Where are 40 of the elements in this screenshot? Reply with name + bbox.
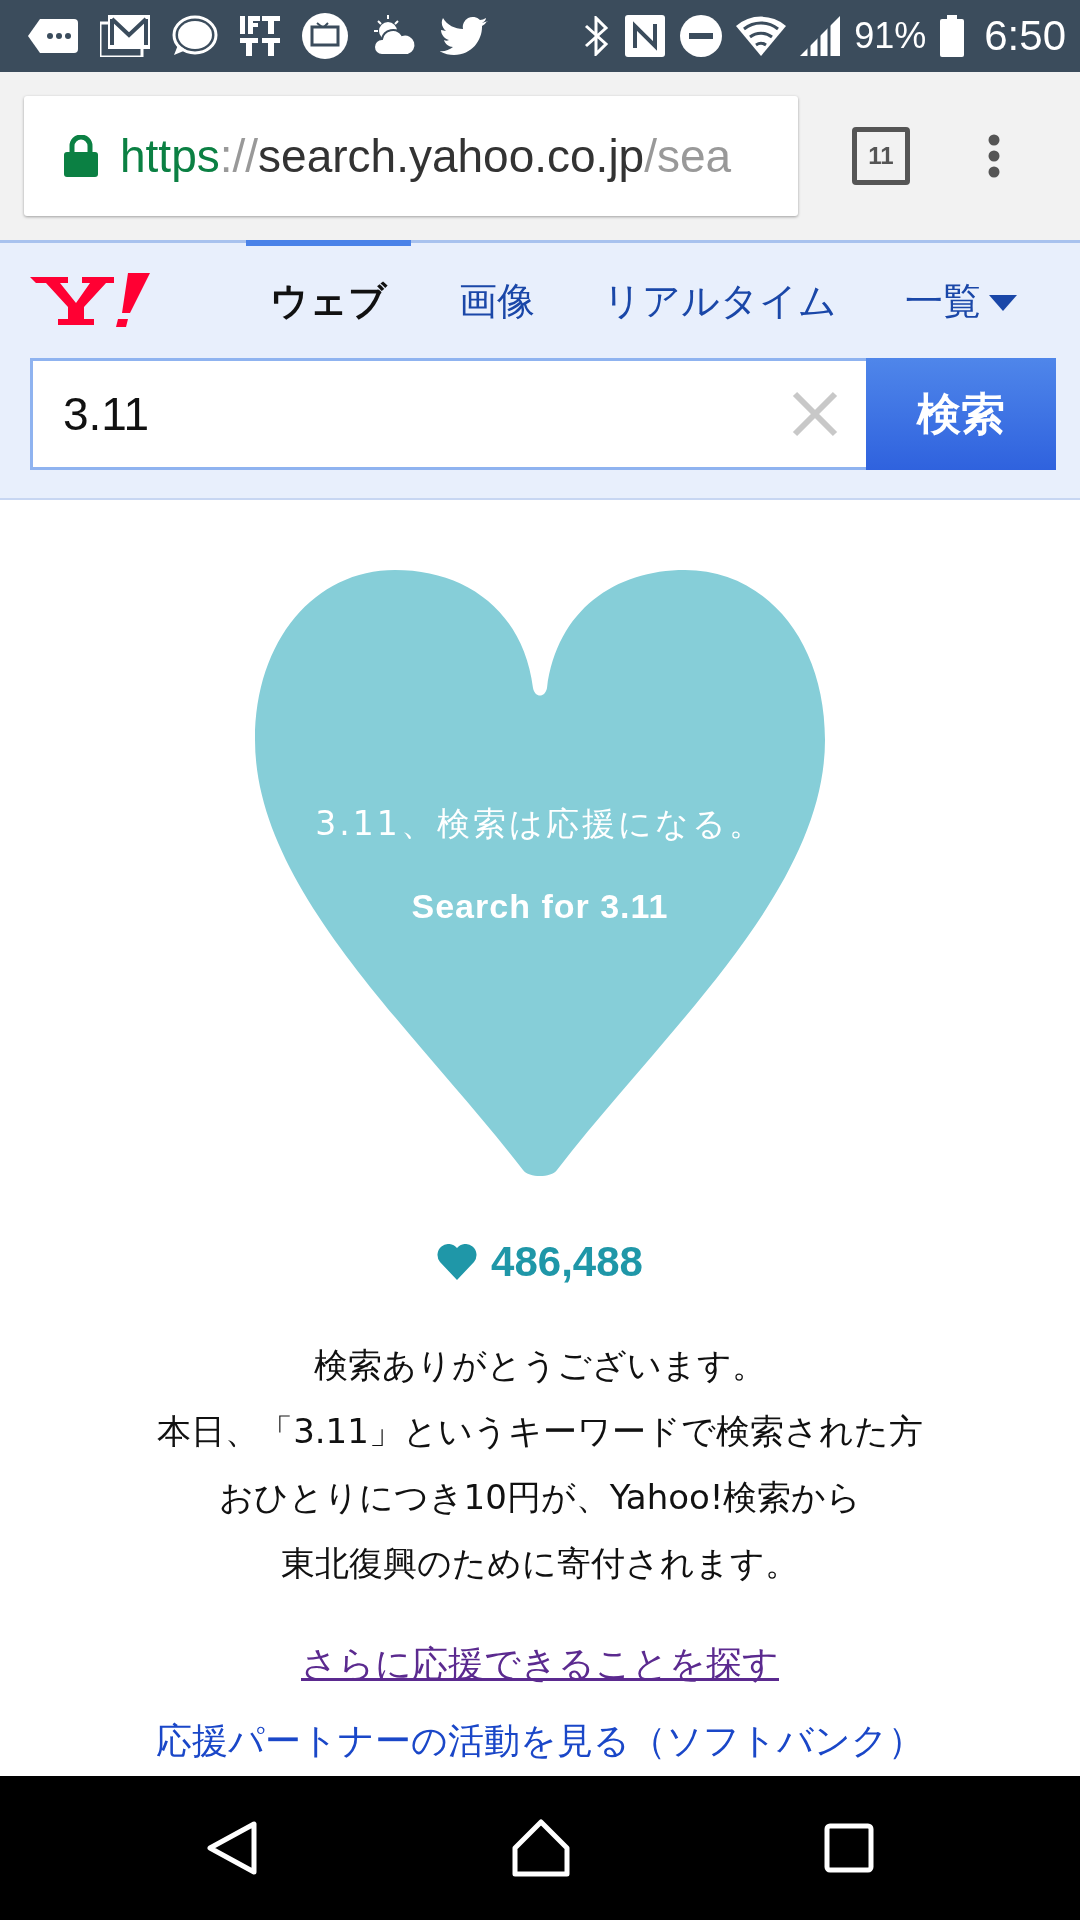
url-text: https://search.yahoo.co.jp/sea <box>120 129 732 183</box>
address-bar[interactable]: https://search.yahoo.co.jp/sea <box>24 96 798 216</box>
message-line: おひとりにつき10円が、Yahoo!検索から <box>218 1476 862 1519</box>
signal-icon <box>800 16 841 56</box>
home-icon <box>511 1818 571 1878</box>
heart-icon <box>437 1244 478 1280</box>
wifi-icon <box>736 16 787 56</box>
link[interactable]: さらに応援できることを探す <box>301 1640 779 1689</box>
recents-icon <box>823 1823 874 1873</box>
search-tab[interactable]: 画像 <box>439 240 555 336</box>
support-count: 486,488 <box>491 1238 643 1286</box>
lock-icon <box>64 135 98 177</box>
back-icon <box>206 1820 259 1876</box>
do-not-disturb-icon <box>680 15 723 57</box>
message-line: 検索ありがとうございます。 <box>314 1344 766 1387</box>
message-line: 東北復興のために寄付されます。 <box>281 1542 799 1585</box>
link[interactable]: 応援パートナーの活動を見る（ソフトバンク） <box>156 1717 924 1766</box>
bird-icon <box>440 16 488 56</box>
search-field[interactable]: 3.11 <box>30 358 866 470</box>
search-tab[interactable]: リアルタイム <box>583 240 857 336</box>
campaign-headline: 3.11、検索は応援になる。 <box>315 803 765 845</box>
bluetooth-icon <box>584 16 611 56</box>
clock: 6:50 <box>984 12 1066 60</box>
search-tab[interactable]: ウェブ <box>246 240 411 336</box>
chat-bubble-icon <box>172 15 218 57</box>
tv-icon <box>302 13 348 59</box>
message-icon <box>28 19 78 53</box>
battery-percent: 91% <box>854 15 927 57</box>
menu-icon <box>988 134 1000 178</box>
search-button[interactable]: 検索 <box>866 358 1056 470</box>
message-line: 本日、「3.11」というキーワードで検索された方 <box>157 1410 923 1453</box>
caret-icon <box>989 295 1017 311</box>
mail-icon <box>100 15 150 57</box>
applet-icon <box>240 16 280 56</box>
tab-switcher-button[interactable]: 11 <box>852 127 910 185</box>
clear-icon <box>792 391 838 437</box>
nfc-icon <box>624 14 667 58</box>
more-menu[interactable]: 一覧 <box>885 240 1037 336</box>
campaign-subtitle: Search for 3.11 <box>411 887 669 926</box>
battery-icon <box>940 15 965 57</box>
